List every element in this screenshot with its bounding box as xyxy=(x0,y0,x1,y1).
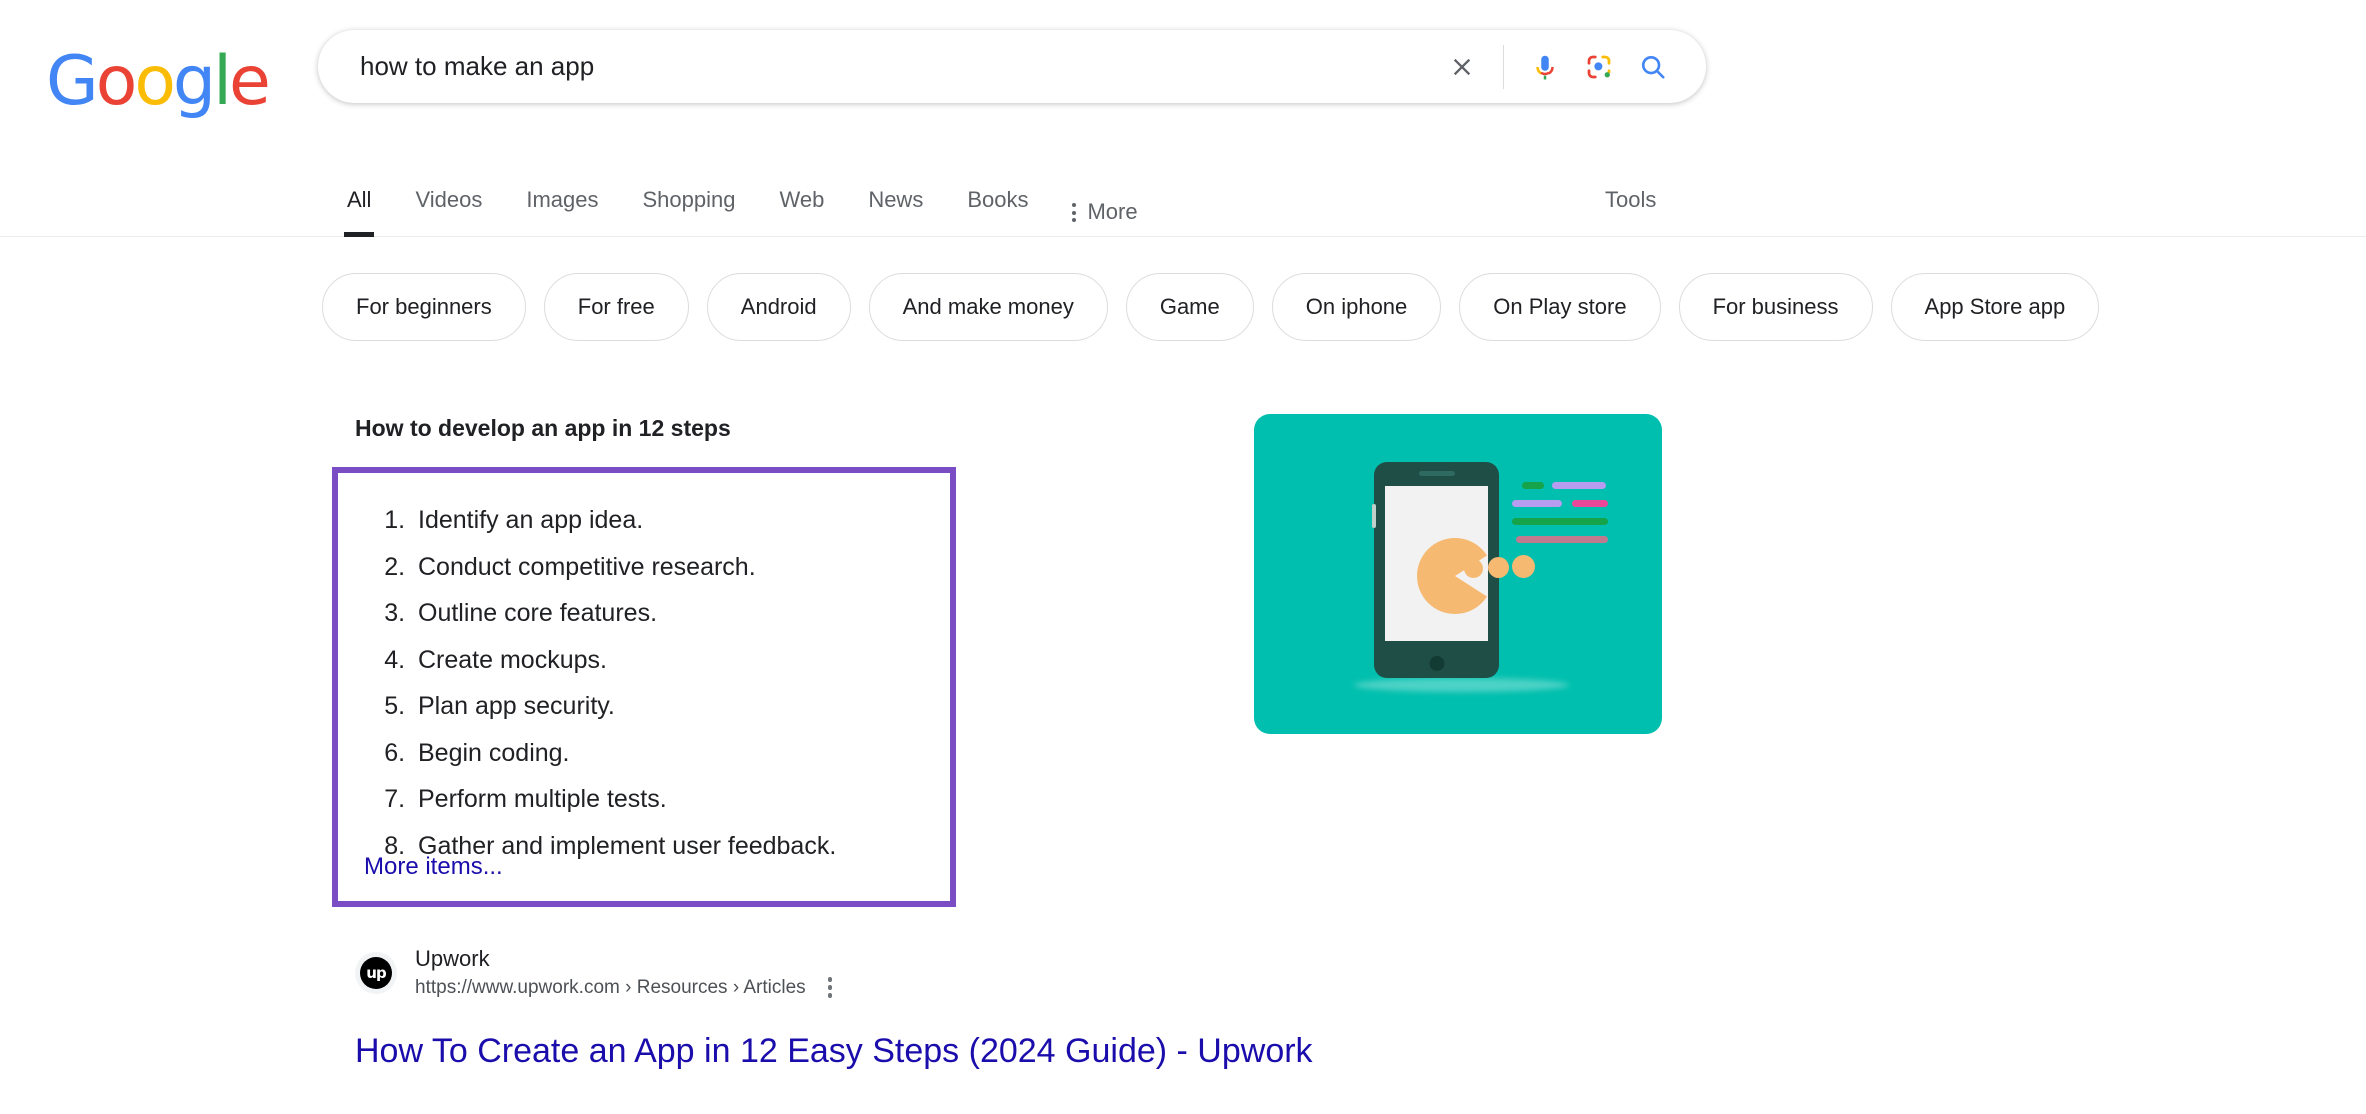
tab-web-label: Web xyxy=(779,187,825,212)
featured-snippet-highlight-box: Identify an app idea. Conduct competitiv… xyxy=(332,467,956,907)
source-text-block: Upwork https://www.upwork.com › Resource… xyxy=(415,945,833,1000)
search-bar-actions xyxy=(1435,40,1706,94)
logo-letter-g: G xyxy=(46,42,99,121)
chip-for-free[interactable]: For free xyxy=(543,273,689,341)
code-line-bar xyxy=(1552,482,1606,489)
upwork-favicon-icon: up xyxy=(360,956,392,989)
phone-side-button xyxy=(1372,504,1376,528)
pacman-dot xyxy=(1464,559,1483,578)
result-thumbnail-illustration[interactable] xyxy=(1254,414,1662,734)
tab-books[interactable]: Books xyxy=(967,165,1028,237)
tab-shopping[interactable]: Shopping xyxy=(642,165,735,237)
tab-news[interactable]: News xyxy=(868,165,923,237)
tab-more-label: More xyxy=(1087,199,1138,224)
featured-snippet-heading: How to develop an app in 12 steps xyxy=(355,415,731,441)
favicon-wrapper: up xyxy=(355,951,397,994)
tab-shopping-label: Shopping xyxy=(642,187,736,212)
google-logo[interactable]: Google xyxy=(46,42,271,121)
chip-on-play-store[interactable]: On Play store xyxy=(1459,273,1661,341)
tab-news-label: News xyxy=(868,187,924,212)
page-header: Google xyxy=(0,0,2366,165)
chip-app-store-app[interactable]: App Store app xyxy=(1890,273,2100,341)
tab-web[interactable]: Web xyxy=(779,165,824,237)
tab-all-label: All xyxy=(347,187,372,212)
site-name: Upwork xyxy=(415,946,490,971)
code-line-bar xyxy=(1512,500,1562,507)
chip-label: For business xyxy=(1712,294,1839,319)
list-item: Begin coding. xyxy=(412,730,950,777)
search-nav-bar: All Videos Images Shopping Web News Book… xyxy=(0,165,2366,237)
google-lens-button[interactable] xyxy=(1572,40,1626,94)
tab-books-label: Books xyxy=(967,187,1029,212)
phone-shadow xyxy=(1354,678,1569,692)
list-item: Create mockups. xyxy=(412,637,950,684)
search-icon xyxy=(1641,55,1665,79)
clear-search-button[interactable] xyxy=(1435,40,1489,94)
pacman-dot xyxy=(1488,557,1509,578)
google-lens-icon xyxy=(1587,55,1611,78)
chip-label: App Store app xyxy=(1924,294,2066,319)
search-bar-divider xyxy=(1503,44,1504,89)
microphone-icon xyxy=(1536,55,1554,79)
tab-videos-label: Videos xyxy=(415,187,483,212)
phone-home-button xyxy=(1429,656,1444,671)
result-source[interactable]: up Upwork https://www.upwork.com › Resou… xyxy=(355,945,833,1000)
tab-more[interactable]: More xyxy=(1072,165,1138,237)
logo-letter-o2: o xyxy=(134,42,176,121)
chip-label: On Play store xyxy=(1493,294,1627,319)
close-icon xyxy=(1453,58,1471,75)
tab-videos[interactable]: Videos xyxy=(415,165,482,237)
chip-label: For free xyxy=(577,294,655,319)
result-url: https://www.upwork.com › Resources › Art… xyxy=(415,977,806,998)
chip-label: For beginners xyxy=(356,294,492,319)
search-tabs: All Videos Images Shopping Web News Book… xyxy=(343,165,1138,237)
chip-label: Game xyxy=(1159,294,1220,319)
more-items-link[interactable]: More items... xyxy=(364,853,503,881)
chip-for-business[interactable]: For business xyxy=(1678,273,1873,341)
logo-letter-l: l xyxy=(213,42,232,121)
list-item: Outline core features. xyxy=(412,590,950,637)
chip-label: Android xyxy=(740,294,817,319)
tools-label: Tools xyxy=(1605,187,1657,212)
breadcrumb: https://www.upwork.com › Resources › Art… xyxy=(415,975,833,1000)
chip-game[interactable]: Game xyxy=(1125,273,1254,341)
list-item: Plan app security. xyxy=(412,683,950,730)
logo-letter-e: e xyxy=(229,42,271,121)
code-line-bar xyxy=(1516,536,1608,543)
tab-images[interactable]: Images xyxy=(526,165,598,237)
tools-button[interactable]: Tools xyxy=(1605,187,1656,213)
tab-images-label: Images xyxy=(526,187,599,212)
chip-label: On iphone xyxy=(1305,294,1408,319)
related-filter-chips: For beginners For free Android And make … xyxy=(322,273,2100,341)
chip-and-make-money[interactable]: And make money xyxy=(868,273,1108,341)
chip-for-beginners[interactable]: For beginners xyxy=(322,273,526,341)
featured-snippet-steps-list: Identify an app idea. Conduct competitiv… xyxy=(338,473,950,869)
logo-letter-o1: o xyxy=(95,42,138,121)
search-input[interactable] xyxy=(318,46,1435,87)
result-title-link[interactable]: How To Create an App in 12 Easy Steps (2… xyxy=(355,1032,1313,1071)
search-bar[interactable] xyxy=(318,30,1706,103)
code-line-bar xyxy=(1512,518,1608,525)
result-options-kebab-icon[interactable] xyxy=(827,977,833,998)
phone-speaker xyxy=(1418,471,1455,476)
logo-letter-g2: g xyxy=(172,42,216,121)
chip-android[interactable]: Android xyxy=(706,273,851,341)
code-line-bar xyxy=(1572,500,1608,507)
chip-on-iphone[interactable]: On iphone xyxy=(1271,273,1442,341)
tab-all[interactable]: All xyxy=(343,165,375,237)
code-line-bar xyxy=(1522,482,1544,489)
list-item: Conduct competitive research. xyxy=(412,544,950,591)
pacman-dot xyxy=(1512,555,1535,578)
search-submit-button[interactable] xyxy=(1626,40,1680,94)
kebab-menu-icon xyxy=(1072,203,1077,222)
voice-search-button[interactable] xyxy=(1518,40,1572,94)
pacman-icon xyxy=(1417,538,1493,614)
list-item: Identify an app idea. xyxy=(412,497,950,544)
list-item: Perform multiple tests. xyxy=(412,776,950,823)
chip-label: And make money xyxy=(902,294,1074,319)
